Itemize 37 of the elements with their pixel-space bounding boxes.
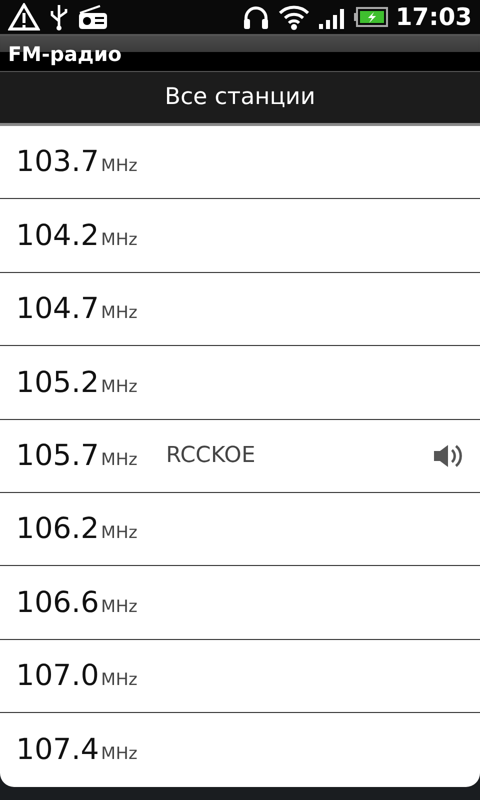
battery-icon — [354, 7, 388, 27]
station-frequency: 106.2 — [16, 510, 100, 548]
frequency-unit: MHz — [101, 669, 138, 692]
station-name: RCCKOE — [166, 443, 256, 468]
warning-icon — [8, 3, 40, 31]
station-frequency: 103.7 — [16, 143, 100, 180]
frequency-unit: MHz — [101, 155, 138, 178]
frequency-unit: MHz — [101, 376, 138, 399]
station-row[interactable]: 104.2 MHz — [0, 199, 480, 273]
station-row[interactable]: 103.7 MHz — [0, 126, 480, 200]
station-frequency: 106.6 — [16, 584, 100, 621]
station-frequency: 105.2 — [16, 364, 100, 401]
frequency-unit: MHz — [101, 596, 138, 619]
station-row[interactable]: 107.0 MHz — [0, 640, 480, 714]
frequency-unit: MHz — [101, 228, 138, 252]
station-frequency: 107.4 — [16, 731, 100, 768]
list-header: Все станции — [164, 83, 316, 112]
station-row[interactable]: 105.2 MHz — [0, 346, 480, 420]
frequency-unit: MHz — [101, 743, 138, 766]
frequency-unit: MHz — [101, 302, 138, 326]
station-row[interactable]: 105.7 MHz RCCKOE — [0, 420, 480, 493]
station-frequency: 104.2 — [16, 216, 100, 254]
station-row[interactable]: 106.2 MHz — [0, 492, 480, 566]
usb-icon — [48, 3, 70, 31]
wifi-icon — [278, 4, 310, 30]
station-row[interactable]: 104.7 MHz — [0, 272, 480, 346]
headphones-icon — [242, 4, 270, 30]
station-frequency: 105.7 — [16, 437, 100, 474]
station-frequency: 104.7 — [16, 290, 100, 328]
frequency-unit: MHz — [101, 449, 138, 472]
app-title: FM-радио — [8, 40, 122, 68]
station-row[interactable]: 106.6 MHz — [0, 566, 480, 640]
station-row[interactable]: 107.4 MHz — [0, 713, 480, 787]
radio-icon — [78, 4, 108, 30]
station-frequency: 107.0 — [16, 657, 100, 694]
frequency-unit: MHz — [101, 522, 138, 546]
clock-time: 17:03 — [396, 2, 472, 33]
